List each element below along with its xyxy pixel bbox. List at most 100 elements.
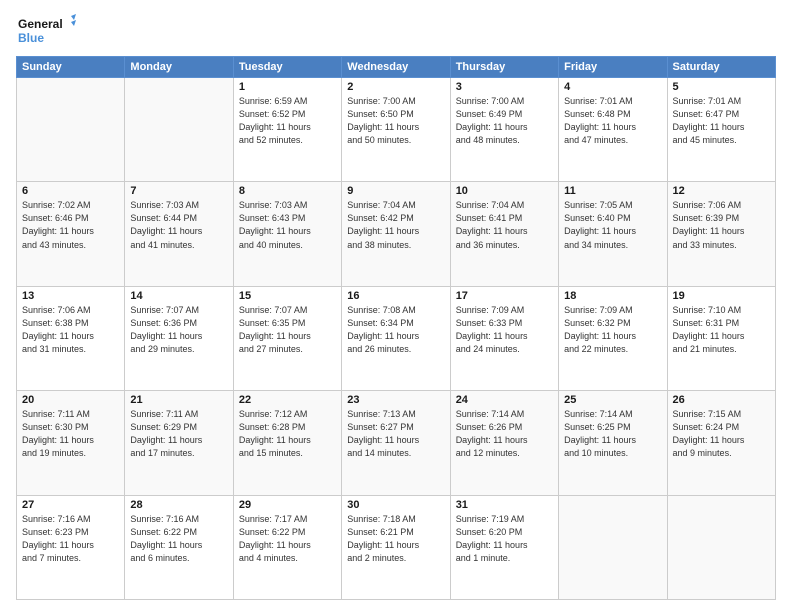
day-number: 23 <box>347 394 444 406</box>
day-number: 20 <box>22 394 119 406</box>
day-info: Sunrise: 7:03 AM Sunset: 6:44 PM Dayligh… <box>130 199 227 251</box>
calendar-day-cell: 12 Sunrise: 7:06 AM Sunset: 6:39 PM Dayli… <box>667 182 775 286</box>
day-number: 25 <box>564 394 661 406</box>
day-number: 5 <box>673 81 770 93</box>
day-info: Sunrise: 7:16 AM Sunset: 6:23 PM Dayligh… <box>22 513 119 565</box>
day-info: Sunrise: 7:00 AM Sunset: 6:49 PM Dayligh… <box>456 95 553 147</box>
calendar-header-row: SundayMondayTuesdayWednesdayThursdayFrid… <box>17 57 776 78</box>
calendar-day-header: Monday <box>125 57 233 78</box>
calendar-day-cell: 27 Sunrise: 7:16 AM Sunset: 6:23 PM Dayli… <box>17 495 125 599</box>
calendar-day-cell: 14 Sunrise: 7:07 AM Sunset: 6:36 PM Dayli… <box>125 286 233 390</box>
day-number: 6 <box>22 185 119 197</box>
day-info: Sunrise: 7:01 AM Sunset: 6:48 PM Dayligh… <box>564 95 661 147</box>
day-info: Sunrise: 7:07 AM Sunset: 6:36 PM Dayligh… <box>130 304 227 356</box>
calendar-day-cell: 23 Sunrise: 7:13 AM Sunset: 6:27 PM Dayli… <box>342 391 450 495</box>
calendar-table: SundayMondayTuesdayWednesdayThursdayFrid… <box>16 56 776 600</box>
calendar-day-cell: 2 Sunrise: 7:00 AM Sunset: 6:50 PM Daylig… <box>342 78 450 182</box>
day-number: 29 <box>239 499 336 511</box>
day-number: 11 <box>564 185 661 197</box>
calendar-day-cell: 6 Sunrise: 7:02 AM Sunset: 6:46 PM Daylig… <box>17 182 125 286</box>
calendar-week-row: 13 Sunrise: 7:06 AM Sunset: 6:38 PM Dayli… <box>17 286 776 390</box>
calendar-day-cell: 31 Sunrise: 7:19 AM Sunset: 6:20 PM Dayli… <box>450 495 558 599</box>
calendar-day-cell: 18 Sunrise: 7:09 AM Sunset: 6:32 PM Dayli… <box>559 286 667 390</box>
calendar-day-cell: 5 Sunrise: 7:01 AM Sunset: 6:47 PM Daylig… <box>667 78 775 182</box>
calendar-day-header: Saturday <box>667 57 775 78</box>
calendar-week-row: 20 Sunrise: 7:11 AM Sunset: 6:30 PM Dayli… <box>17 391 776 495</box>
calendar-day-cell: 20 Sunrise: 7:11 AM Sunset: 6:30 PM Dayli… <box>17 391 125 495</box>
calendar-day-cell: 28Sunrise: 7:16 AM Sunset: 6:22 PM Dayli… <box>125 495 233 599</box>
day-number: 31 <box>456 499 553 511</box>
calendar-day-cell: 10Sunrise: 7:04 AM Sunset: 6:41 PM Dayli… <box>450 182 558 286</box>
calendar-day-cell: 3 Sunrise: 7:00 AM Sunset: 6:49 PM Daylig… <box>450 78 558 182</box>
day-number: 4 <box>564 81 661 93</box>
day-number: 12 <box>673 185 770 197</box>
day-info: Sunrise: 7:01 AM Sunset: 6:47 PM Dayligh… <box>673 95 770 147</box>
page: General Blue SundayMondayTuesdayWednesda… <box>0 0 792 612</box>
logo: General Blue <box>16 12 76 48</box>
calendar-day-header: Wednesday <box>342 57 450 78</box>
calendar-day-cell: 15 Sunrise: 7:07 AM Sunset: 6:35 PM Dayli… <box>233 286 341 390</box>
calendar-day-cell <box>125 78 233 182</box>
day-info: Sunrise: 7:12 AM Sunset: 6:28 PM Dayligh… <box>239 408 336 460</box>
day-info: Sunrise: 7:10 AM Sunset: 6:31 PM Dayligh… <box>673 304 770 356</box>
day-number: 7 <box>130 185 227 197</box>
day-number: 3 <box>456 81 553 93</box>
day-info: Sunrise: 7:15 AM Sunset: 6:24 PM Dayligh… <box>673 408 770 460</box>
day-info: Sunrise: 7:02 AM Sunset: 6:46 PM Dayligh… <box>22 199 119 251</box>
calendar-day-cell <box>667 495 775 599</box>
day-number: 13 <box>22 290 119 302</box>
day-info: Sunrise: 7:06 AM Sunset: 6:39 PM Dayligh… <box>673 199 770 251</box>
calendar-day-cell: 17 Sunrise: 7:09 AM Sunset: 6:33 PM Dayli… <box>450 286 558 390</box>
day-number: 2 <box>347 81 444 93</box>
day-info: Sunrise: 7:07 AM Sunset: 6:35 PM Dayligh… <box>239 304 336 356</box>
day-number: 21 <box>130 394 227 406</box>
day-info: Sunrise: 7:11 AM Sunset: 6:30 PM Dayligh… <box>22 408 119 460</box>
calendar-week-row: 6 Sunrise: 7:02 AM Sunset: 6:46 PM Daylig… <box>17 182 776 286</box>
day-info: Sunrise: 7:03 AM Sunset: 6:43 PM Dayligh… <box>239 199 336 251</box>
calendar-day-header: Friday <box>559 57 667 78</box>
calendar-day-header: Tuesday <box>233 57 341 78</box>
day-number: 30 <box>347 499 444 511</box>
day-number: 15 <box>239 290 336 302</box>
day-info: Sunrise: 7:16 AM Sunset: 6:22 PM Dayligh… <box>130 513 227 565</box>
calendar-day-cell: 8 Sunrise: 7:03 AM Sunset: 6:43 PM Daylig… <box>233 182 341 286</box>
calendar-week-row: 27 Sunrise: 7:16 AM Sunset: 6:23 PM Dayli… <box>17 495 776 599</box>
day-info: Sunrise: 7:14 AM Sunset: 6:26 PM Dayligh… <box>456 408 553 460</box>
day-number: 17 <box>456 290 553 302</box>
day-number: 19 <box>673 290 770 302</box>
day-info: Sunrise: 7:19 AM Sunset: 6:20 PM Dayligh… <box>456 513 553 565</box>
day-number: 8 <box>239 185 336 197</box>
day-number: 26 <box>673 394 770 406</box>
day-info: Sunrise: 7:06 AM Sunset: 6:38 PM Dayligh… <box>22 304 119 356</box>
day-number: 14 <box>130 290 227 302</box>
day-info: Sunrise: 7:13 AM Sunset: 6:27 PM Dayligh… <box>347 408 444 460</box>
calendar-day-cell: 19 Sunrise: 7:10 AM Sunset: 6:31 PM Dayli… <box>667 286 775 390</box>
svg-text:Blue: Blue <box>18 31 44 45</box>
day-number: 16 <box>347 290 444 302</box>
svg-text:General: General <box>18 17 63 31</box>
day-number: 24 <box>456 394 553 406</box>
calendar-day-cell: 11 Sunrise: 7:05 AM Sunset: 6:40 PM Dayli… <box>559 182 667 286</box>
calendar-day-cell: 13 Sunrise: 7:06 AM Sunset: 6:38 PM Dayli… <box>17 286 125 390</box>
day-number: 22 <box>239 394 336 406</box>
calendar-day-cell: 24 Sunrise: 7:14 AM Sunset: 6:26 PM Dayli… <box>450 391 558 495</box>
day-number: 18 <box>564 290 661 302</box>
day-info: Sunrise: 7:05 AM Sunset: 6:40 PM Dayligh… <box>564 199 661 251</box>
calendar-day-cell: 7 Sunrise: 7:03 AM Sunset: 6:44 PM Daylig… <box>125 182 233 286</box>
calendar-day-cell: 30Sunrise: 7:18 AM Sunset: 6:21 PM Dayli… <box>342 495 450 599</box>
day-info: Sunrise: 7:04 AM Sunset: 6:41 PM Dayligh… <box>456 199 553 251</box>
header: General Blue <box>16 12 776 48</box>
day-info: Sunrise: 7:09 AM Sunset: 6:33 PM Dayligh… <box>456 304 553 356</box>
calendar-day-cell: 9Sunrise: 7:04 AM Sunset: 6:42 PM Daylig… <box>342 182 450 286</box>
calendar-day-cell: 29Sunrise: 7:17 AM Sunset: 6:22 PM Dayli… <box>233 495 341 599</box>
day-info: Sunrise: 7:00 AM Sunset: 6:50 PM Dayligh… <box>347 95 444 147</box>
calendar-day-cell: 22 Sunrise: 7:12 AM Sunset: 6:28 PM Dayli… <box>233 391 341 495</box>
calendar-day-cell: 4 Sunrise: 7:01 AM Sunset: 6:48 PM Daylig… <box>559 78 667 182</box>
calendar-day-cell: 1Sunrise: 6:59 AM Sunset: 6:52 PM Daylig… <box>233 78 341 182</box>
day-info: Sunrise: 7:11 AM Sunset: 6:29 PM Dayligh… <box>130 408 227 460</box>
calendar-day-cell <box>559 495 667 599</box>
day-info: Sunrise: 7:09 AM Sunset: 6:32 PM Dayligh… <box>564 304 661 356</box>
day-number: 27 <box>22 499 119 511</box>
logo-svg: General Blue <box>16 12 76 48</box>
calendar-day-cell: 25Sunrise: 7:14 AM Sunset: 6:25 PM Dayli… <box>559 391 667 495</box>
